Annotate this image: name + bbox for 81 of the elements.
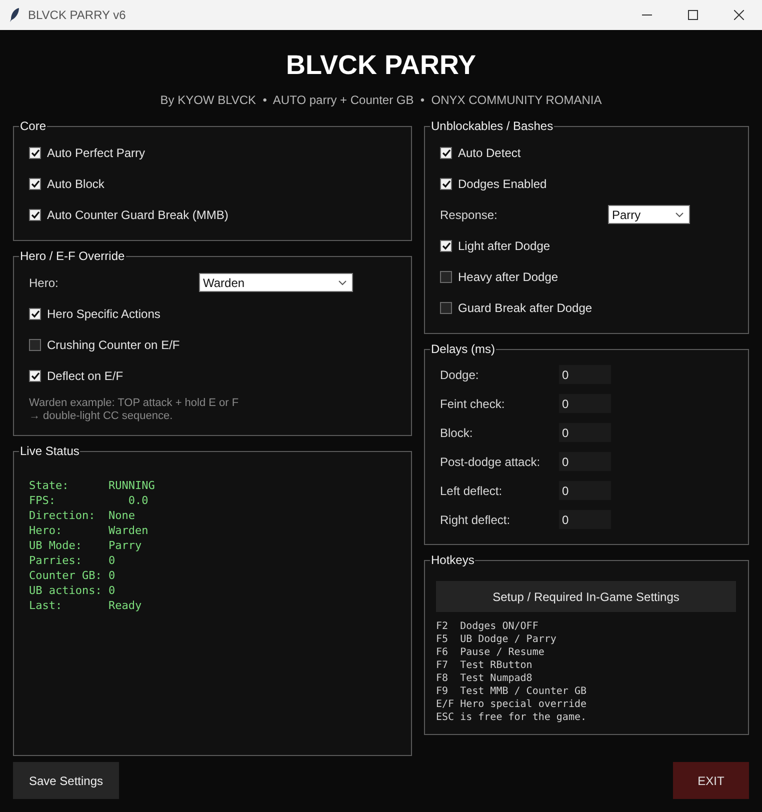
checkbox-label: Crushing Counter on E/F	[47, 338, 180, 352]
checkmark-icon	[442, 180, 450, 188]
checkbox-label: Auto Block	[47, 176, 104, 190]
checkbox[interactable]	[29, 338, 41, 350]
checkbox-label: Dodges Enabled	[458, 176, 547, 190]
status-line: Direction: None	[29, 508, 136, 523]
panel-title: Unblockables / Bashes	[430, 119, 554, 133]
checkbox-label: Hero Specific Actions	[47, 306, 160, 320]
field-label: Post-dodge attack:	[440, 454, 542, 468]
checkbox-label: Auto Perfect Parry	[47, 146, 146, 160]
checkbox[interactable]	[29, 308, 41, 320]
checkbox[interactable]	[29, 178, 41, 190]
checkbox[interactable]	[440, 240, 452, 252]
checkbox[interactable]	[29, 370, 41, 382]
field-label: Dodge:	[440, 368, 480, 382]
checkbox-label: Light after Dodge	[458, 238, 550, 252]
checkbox-label: Heavy after Dodge	[458, 270, 558, 284]
hotkey-line: F2 Dodges ON/OFF	[436, 620, 540, 633]
checkbox-label: Auto Detect	[458, 146, 521, 160]
checkmark-icon	[30, 310, 40, 318]
status-line: FPS: 0.0	[29, 493, 150, 508]
setup-button[interactable]: Setup / Required In-Game Settings	[436, 581, 736, 612]
checkbox[interactable]	[29, 208, 41, 220]
hotkey-line: F7 Test RButton	[436, 659, 534, 672]
exit-button[interactable]: EXIT	[673, 762, 749, 799]
maximize-icon	[688, 10, 698, 20]
dropdown[interactable]: Parry	[608, 205, 690, 224]
field-label: Feint check:	[440, 396, 506, 410]
checkbox[interactable]	[440, 302, 452, 314]
checkmark-icon	[30, 148, 40, 156]
app-title: BLVCK PARRY	[286, 50, 476, 81]
checkmark-icon	[30, 180, 40, 188]
field-label: Left deflect:	[440, 484, 504, 498]
status-line: Hero: Warden	[29, 523, 150, 538]
delay-input[interactable]: 0	[559, 365, 611, 384]
status-line: UB Mode: Parry	[29, 538, 143, 553]
panel-title: Hotkeys	[430, 553, 476, 567]
field-label: Right deflect:	[440, 512, 512, 526]
checkbox-label: Deflect on E/F	[47, 368, 124, 382]
checkbox-label: Auto Counter Guard Break (MMB)	[47, 208, 228, 222]
panel-title: Core	[19, 119, 48, 133]
field-label: Block:	[440, 426, 474, 440]
panel-title: Delays (ms)	[430, 342, 496, 356]
status-line: Counter GB: 0	[29, 568, 116, 583]
hotkey-line: F9 Test MMB / Counter GB	[436, 685, 588, 698]
dropdown-caret-icon	[675, 212, 684, 218]
hotkey-line: F8 Test Numpad8	[436, 672, 534, 685]
subtitle: By KYOW BLVCK • AUTO parry + Counter GB • ONYX COMMUNITY ROMANIA	[160, 93, 602, 107]
checkbox-label: Guard Break after Dodge	[458, 300, 592, 314]
checkmark-icon	[442, 242, 450, 250]
hotkey-line: F6 Pause / Resume	[436, 646, 546, 659]
status-line: State: RUNNING	[29, 478, 156, 493]
checkbox[interactable]	[440, 178, 452, 190]
dropdown[interactable]: Warden	[199, 273, 353, 292]
window-title: BLVCK PARRY v6	[28, 8, 127, 22]
checkbox[interactable]	[440, 146, 452, 158]
delay-input[interactable]: 0	[559, 510, 611, 529]
dropdown-caret-icon	[338, 280, 347, 286]
delay-input[interactable]: 0	[559, 452, 611, 471]
delay-input[interactable]: 0	[559, 481, 611, 500]
checkmark-icon	[30, 372, 40, 380]
hotkey-line: ESC is free for the game.	[436, 711, 588, 724]
checkmark-icon	[442, 148, 450, 156]
hint-text: Warden example: TOP attack + hold E or F → double-light CC sequence.	[29, 397, 240, 423]
delay-input[interactable]: 0	[559, 394, 611, 413]
panel-title: Hero / E-F Override	[19, 249, 126, 263]
checkbox[interactable]	[440, 270, 452, 282]
field-label: Response:	[440, 208, 498, 222]
checkbox[interactable]	[29, 146, 41, 158]
status-line: Parries: 0	[29, 553, 116, 568]
panel-title: Live Status	[19, 444, 80, 458]
close-icon	[734, 10, 744, 20]
checkmark-icon	[30, 210, 40, 218]
status-line: UB actions: 0	[29, 583, 116, 598]
field-label: Hero:	[29, 276, 60, 290]
hotkey-line: E/F Hero special override	[436, 698, 588, 711]
delay-input[interactable]: 0	[559, 423, 611, 442]
feather-icon	[10, 8, 20, 22]
hotkey-line: F5 UB Dodge / Parry	[436, 633, 558, 646]
save-button[interactable]: Save Settings	[13, 762, 119, 799]
status-line: Last: Ready	[29, 598, 143, 613]
